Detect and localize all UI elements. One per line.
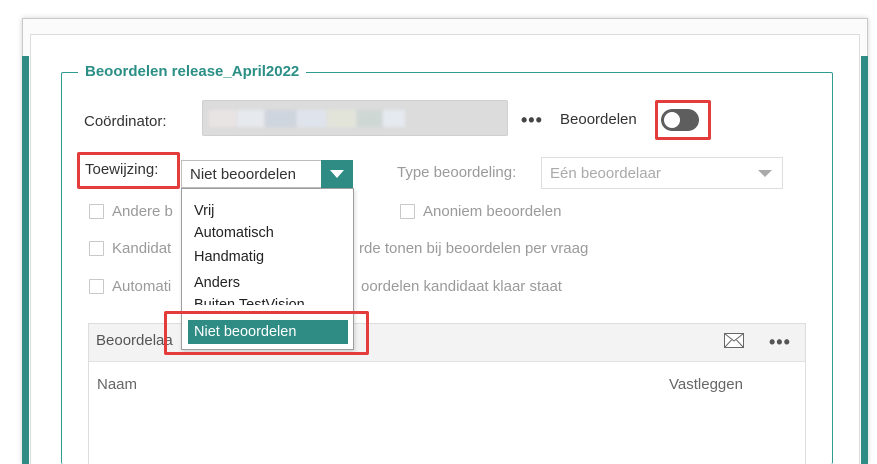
automatisch-label: Automati [112, 278, 172, 295]
beoordelen-label: Beoordelen [560, 111, 637, 128]
toewijzing-select-value: Niet beoordelen [190, 166, 296, 183]
kandidaat-label-rest: rde tonen bij beoordelen per vraag [359, 240, 589, 257]
menu-item-automatisch[interactable]: Automatisch [182, 221, 353, 245]
menu-item-anders[interactable]: Anders [182, 271, 353, 295]
andere-label: Andere b [112, 203, 173, 220]
kandidaat-label: Kandidat [112, 240, 172, 257]
coordinator-more-icon[interactable]: ••• [521, 111, 543, 129]
toewijzing-select[interactable]: Niet beoordelen [181, 160, 353, 188]
type-beoordeling-select: Eén beoordelaar [541, 157, 783, 189]
beoordelen-toggle[interactable] [661, 109, 699, 131]
toewijzing-dropdown-button[interactable] [321, 160, 353, 188]
type-beoordeling-label: Type beoordeling: [397, 164, 517, 181]
window-accent-left [22, 56, 29, 464]
coordinator-label: Coördinator: [84, 113, 167, 130]
andere-checkbox[interactable] [89, 204, 104, 219]
window-accent-right [861, 56, 868, 464]
selected-option-highlight [164, 311, 369, 355]
anoniem-checkbox[interactable] [400, 204, 415, 219]
menu-item-vrij[interactable]: Vrij [182, 199, 353, 223]
column-vastleggen: Vastleggen [669, 376, 743, 393]
menu-item-handmatig[interactable]: Handmatig [182, 245, 353, 269]
dropdown-arrow-icon [758, 170, 772, 177]
panel-title: Beoordelaa [96, 332, 173, 349]
toewijzing-label: Toewijzing: [85, 161, 159, 178]
coordinator-field[interactable] [202, 100, 508, 136]
automatisch-checkbox[interactable] [89, 279, 104, 294]
menu-item-buiten-testvision[interactable]: Buiten TestVision [182, 293, 353, 305]
kandidaat-checkbox[interactable] [89, 241, 104, 256]
automatisch-label-rest: oordelen kandidaat klaar staat [361, 278, 562, 295]
type-beoordeling-value: Eén beoordelaar [550, 165, 661, 182]
anoniem-label: Anoniem beoordelen [423, 203, 562, 220]
panel-more-icon[interactable]: ••• [769, 333, 791, 351]
mail-icon[interactable] [724, 333, 744, 353]
section-title: Beoordelen release_April2022 [78, 61, 307, 83]
column-naam: Naam [97, 376, 138, 393]
dropdown-arrow-icon [330, 170, 344, 178]
toggle-knob [664, 112, 680, 128]
